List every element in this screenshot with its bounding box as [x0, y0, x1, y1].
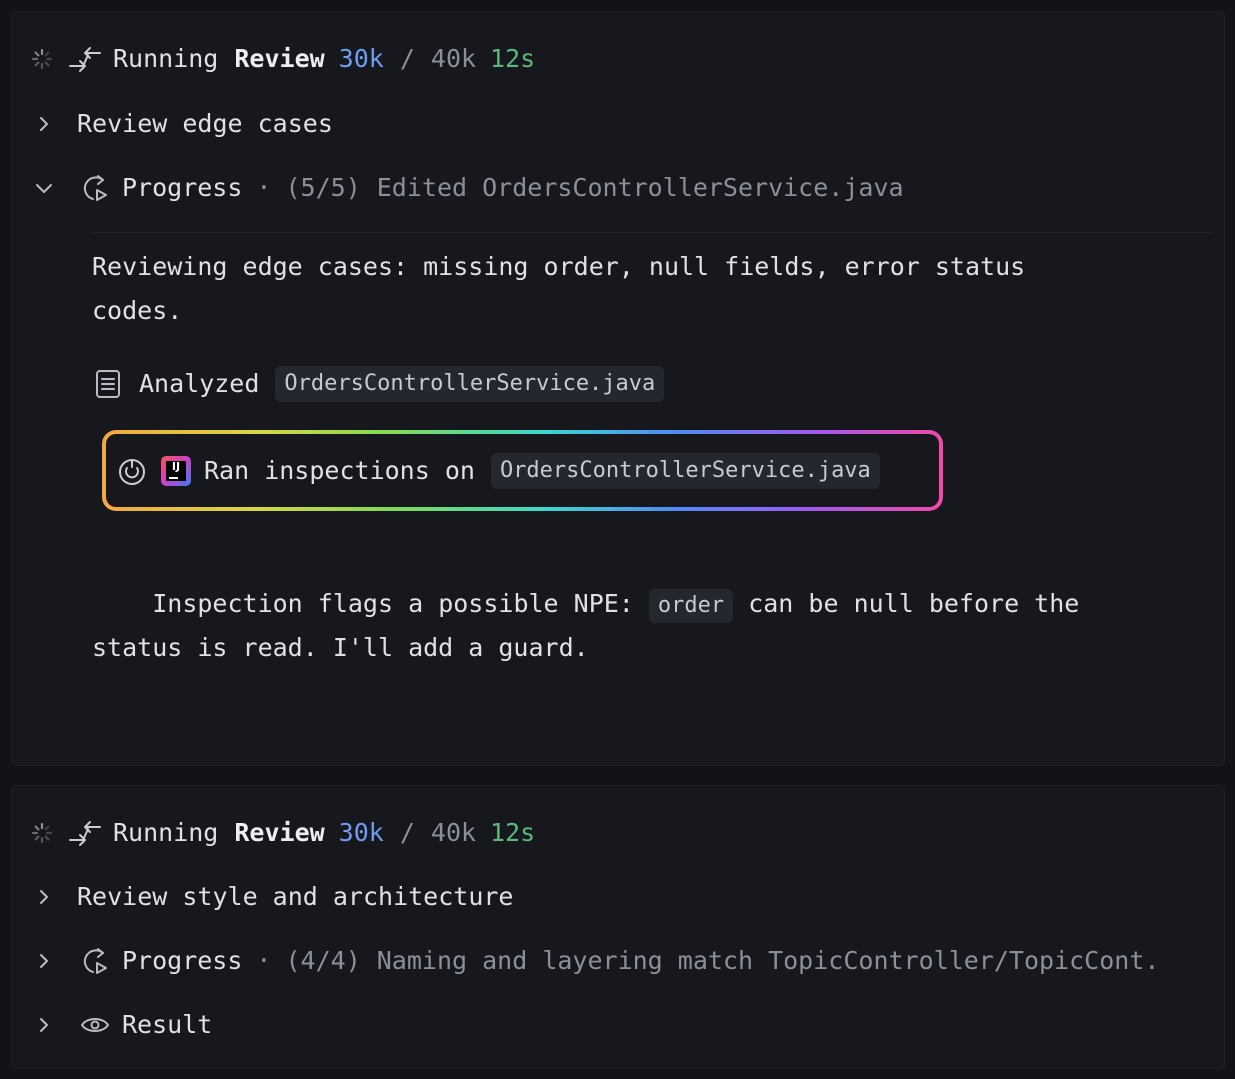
file-chip[interactable]: OrdersControllerService.java [275, 366, 665, 402]
message-text: status is read. I'll add a guard. [92, 633, 589, 662]
task-row[interactable]: Review edge cases [32, 108, 333, 140]
progress-summary: Naming and layering match TopicControlle… [376, 946, 1160, 975]
progress-label: Progress [122, 173, 243, 202]
tokens-total: 40k [430, 818, 477, 847]
progress-refresh-icon [78, 172, 112, 204]
handoff-arrows-icon [65, 818, 105, 848]
agent-name: Review [234, 818, 325, 847]
analyzed-label: Analyzed [139, 369, 260, 398]
spinner-icon [29, 822, 55, 844]
agent-panel-edge-cases: Running Review 30k / 40k 12s Review edge… [11, 11, 1225, 766]
agent-header: Running Review 30k / 40k 12s [29, 817, 535, 849]
assistant-message: Inspection flags a possible NPE: order c… [92, 538, 1192, 714]
tokens-used: 30k [338, 818, 384, 847]
tokens-separator: / [399, 818, 415, 847]
progress-row[interactable]: Progress · (5/5) Edited OrdersController… [32, 172, 904, 204]
eye-icon [78, 1014, 112, 1036]
tokens-separator: / [399, 44, 415, 73]
inspection-step-highlight: IJ Ran inspections on OrdersControllerSe… [102, 430, 943, 511]
inspection-label: Ran inspections on [204, 456, 475, 485]
chevron-right-icon[interactable] [32, 888, 56, 906]
analyzed-step: Analyzed OrdersControllerService.java [93, 365, 665, 403]
code-chip: order [648, 589, 734, 623]
tokens-used: 30k [338, 44, 384, 73]
intellij-logo-text: IJ [171, 459, 181, 473]
progress-dot: · [256, 946, 272, 975]
agent-header: Running Review 30k / 40k 12s [29, 43, 535, 75]
elapsed-time: 12s [490, 44, 536, 73]
result-label: Result [122, 1010, 213, 1039]
inspection-step: IJ Ran inspections on OrdersControllerSe… [106, 434, 939, 507]
progress-count: (4/4) [285, 946, 361, 975]
chevron-right-icon[interactable] [32, 1016, 56, 1034]
handoff-arrows-icon [65, 44, 105, 74]
progress-label: Progress [122, 946, 243, 975]
progress-count: (5/5) [285, 173, 361, 202]
result-row[interactable]: Result [32, 1009, 212, 1041]
spinner-icon [29, 48, 55, 70]
assistant-message: Reviewing edge cases: missing order, nul… [92, 252, 1026, 325]
agent-status: Running [113, 44, 219, 73]
file-chip[interactable]: OrdersControllerService.java [490, 452, 880, 489]
chevron-right-icon[interactable] [32, 115, 56, 133]
progress-divider [92, 232, 1212, 233]
inspection-power-icon [114, 455, 150, 487]
tokens-total: 40k [430, 44, 477, 73]
progress-dot: · [256, 173, 272, 202]
progress-row[interactable]: Progress · (4/4) Naming and layering mat… [32, 945, 1159, 977]
message-text: Inspection flags a possible NPE: [152, 589, 649, 618]
task-row[interactable]: Review style and architecture [32, 881, 514, 913]
agent-panel-style: Running Review 30k / 40k 12s Review styl… [11, 785, 1225, 1069]
chevron-down-icon[interactable] [32, 181, 56, 195]
agent-name: Review [234, 44, 325, 73]
document-icon [93, 369, 123, 399]
progress-summary: Edited OrdersControllerService.java [376, 173, 904, 202]
task-label: Review style and architecture [77, 882, 514, 911]
elapsed-time: 12s [490, 818, 536, 847]
agent-status: Running [113, 818, 219, 847]
message-text: can be null before the [733, 589, 1080, 618]
task-label: Review edge cases [77, 109, 333, 138]
chevron-right-icon[interactable] [32, 952, 56, 970]
intellij-logo-icon: IJ [158, 455, 194, 487]
progress-refresh-icon [78, 945, 112, 977]
